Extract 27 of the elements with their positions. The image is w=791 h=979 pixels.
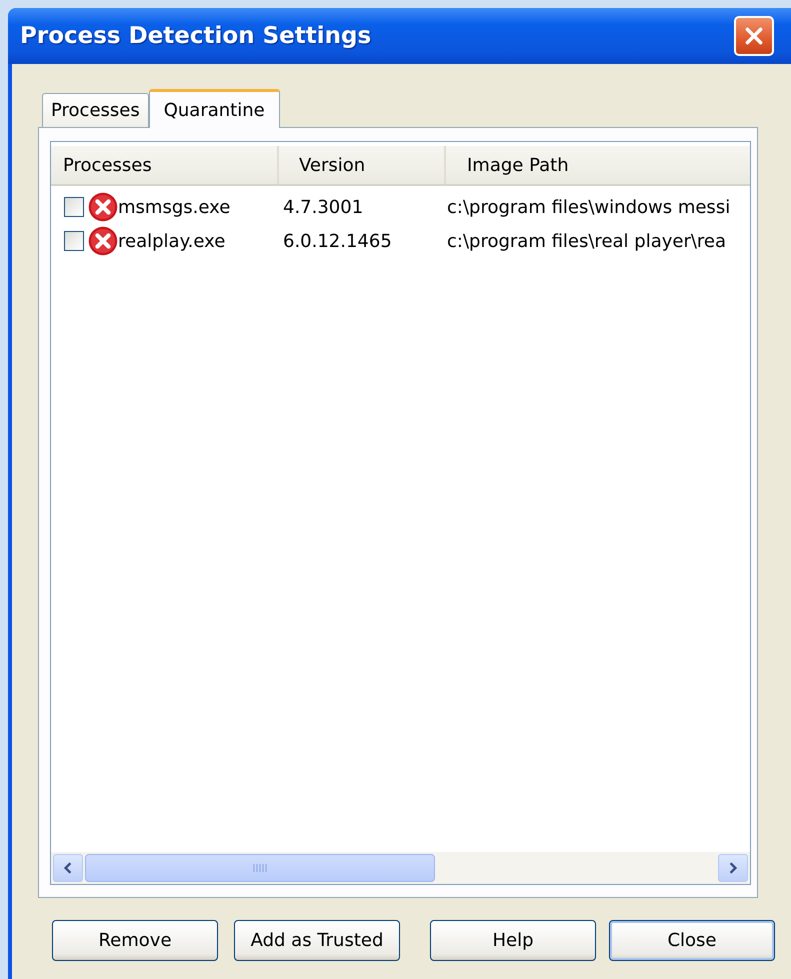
process-name: msmsgs.exe <box>118 196 230 218</box>
grip-icon <box>252 863 268 873</box>
close-icon <box>743 25 765 47</box>
scroll-right-button[interactable] <box>718 854 748 882</box>
error-icon <box>88 226 118 256</box>
dialog-button[interactable]: Help <box>430 920 596 961</box>
dialog-button[interactable]: Remove <box>52 920 218 961</box>
column-header[interactable]: Version <box>279 146 446 184</box>
column-header[interactable]: Processes <box>51 146 279 184</box>
scrollbar-thumb[interactable] <box>85 854 435 882</box>
window-title: Process Detection Settings <box>20 23 372 49</box>
checkbox[interactable] <box>64 231 84 251</box>
dialog-button[interactable]: Add as Trusted <box>234 920 400 961</box>
column-header[interactable]: Image Path <box>446 146 750 184</box>
checkbox[interactable] <box>64 197 84 217</box>
table-cell-text: 6.0.12.1465 <box>282 230 393 252</box>
dialog-button[interactable]: Close <box>609 920 775 961</box>
tab[interactable]: Processes <box>42 93 149 127</box>
error-icon <box>88 192 118 222</box>
table-cell-text: 4.7.3001 <box>282 196 364 218</box>
table-cell-text: c:\program files\windows messi <box>446 196 732 218</box>
table-cell-text: c:\program files\real player\rea <box>446 230 728 252</box>
process-name: realplay.exe <box>118 230 226 252</box>
horizontal-scrollbar[interactable] <box>51 852 750 884</box>
scroll-left-button[interactable] <box>53 854 83 882</box>
tab[interactable]: Quarantine <box>148 89 280 128</box>
close-button[interactable] <box>734 16 774 56</box>
